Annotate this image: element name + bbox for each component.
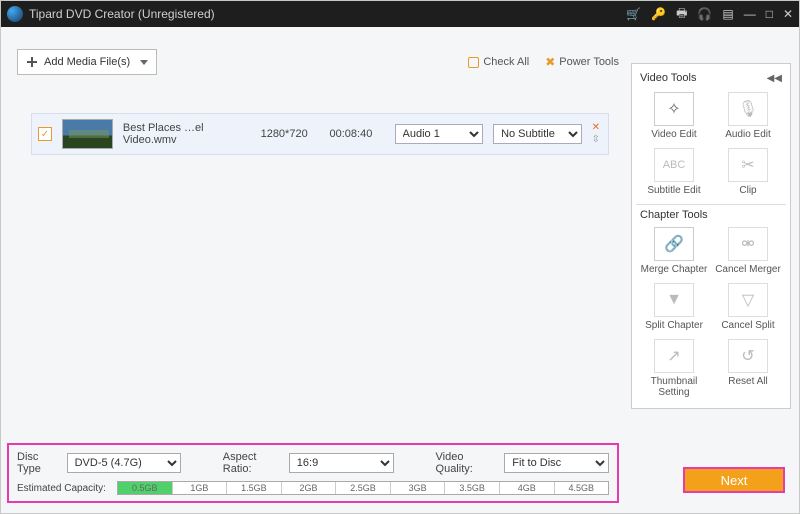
tool-cancel-merger[interactable]: ⚮ Cancel Merger xyxy=(712,225,784,279)
video-tools-header: Video Tools xyxy=(640,72,696,84)
check-all-label: Check All xyxy=(483,56,529,68)
cancel-merger-icon[interactable]: ⚮ xyxy=(728,227,768,261)
split-chapter-icon[interactable]: ▼ xyxy=(654,283,694,317)
reset-all-icon[interactable]: ↺ xyxy=(728,339,768,373)
tool-cancel-split[interactable]: ▽ Cancel Split xyxy=(712,281,784,335)
subtitle-edit-label: Subtitle Edit xyxy=(647,185,700,196)
tool-video-edit[interactable]: ✧ Video Edit xyxy=(638,90,710,144)
cancel-split-icon[interactable]: ▽ xyxy=(728,283,768,317)
chevron-down-icon xyxy=(140,60,148,65)
key-icon[interactable]: 🔑 xyxy=(651,7,666,21)
capacity-tick: 2GB xyxy=(282,482,337,494)
output-settings-box: Disc Type DVD-5 (4.7G) Aspect Ratio: 16:… xyxy=(7,443,619,503)
video-edit-icon[interactable]: ✧ xyxy=(654,92,694,126)
plus-icon xyxy=(26,56,38,68)
audio-track-select[interactable]: Audio 1 xyxy=(395,124,484,144)
collapse-panel-icon[interactable]: ◀◀ xyxy=(767,73,782,84)
thumbnail-setting-icon[interactable]: ↗ xyxy=(654,339,694,373)
capacity-tick: 0.5GB xyxy=(118,482,173,494)
titlebar: Tipard DVD Creator (Unregistered) 🛒 🔑 🖶 … xyxy=(1,1,799,27)
headset-icon[interactable]: 🎧 xyxy=(697,7,712,21)
capacity-tick: 2.5GB xyxy=(336,482,391,494)
check-all-toggle[interactable]: Check All xyxy=(468,56,529,68)
subtitle-edit-icon[interactable]: ABC xyxy=(654,148,694,182)
capacity-label: Estimated Capacity: xyxy=(17,483,117,494)
power-tools-button[interactable]: ✖ Power Tools xyxy=(545,55,619,69)
next-button[interactable]: Next xyxy=(683,467,785,493)
right-panel: Video Tools ◀◀ ✧ Video Edit 🎙 Audio Edit ABC… xyxy=(631,63,791,409)
disc-type-label: Disc Type xyxy=(17,451,63,475)
chapter-tools-header: Chapter Tools xyxy=(636,204,786,225)
tool-merge-chapter[interactable]: 🔗 Merge Chapter xyxy=(638,225,710,279)
disc-type-select[interactable]: DVD-5 (4.7G) xyxy=(67,453,181,473)
video-quality-select[interactable]: Fit to Disc xyxy=(504,453,609,473)
capacity-tick: 4GB xyxy=(500,482,555,494)
power-tools-label: Power Tools xyxy=(559,56,619,68)
row-checkbox[interactable]: ✓ xyxy=(38,127,52,141)
capacity-tick: 1GB xyxy=(173,482,228,494)
split-chapter-label: Split Chapter xyxy=(645,320,703,331)
audio-edit-icon[interactable]: 🎙 xyxy=(728,92,768,126)
cancel-merger-label: Cancel Merger xyxy=(715,264,781,275)
toolbar: Add Media File(s) Check All ✖ Power Tool… xyxy=(17,47,619,77)
duration: 00:08:40 xyxy=(330,128,385,140)
filename: Best Places …el Video.wmv xyxy=(123,122,251,146)
add-media-button[interactable]: Add Media File(s) xyxy=(17,49,157,75)
menu-icon[interactable]: ▤ xyxy=(722,7,733,21)
app-logo-icon xyxy=(7,6,23,22)
merge-chapter-label: Merge Chapter xyxy=(641,264,708,275)
resolution: 1280*720 xyxy=(261,128,320,140)
next-label: Next xyxy=(721,473,748,488)
subtitle-select[interactable]: No Subtitle xyxy=(493,124,582,144)
video-quality-label: Video Quality: xyxy=(436,451,501,475)
tool-split-chapter[interactable]: ▼ Split Chapter xyxy=(638,281,710,335)
cancel-split-label: Cancel Split xyxy=(721,320,774,331)
tool-subtitle-edit[interactable]: ABC Subtitle Edit xyxy=(638,146,710,200)
media-row[interactable]: ✓ Best Places …el Video.wmv 1280*720 00:… xyxy=(31,113,609,155)
capacity-tick: 4.5GB xyxy=(555,482,609,494)
video-thumbnail[interactable] xyxy=(62,119,113,149)
clip-label: Clip xyxy=(739,185,756,196)
clip-icon[interactable]: ✂ xyxy=(728,148,768,182)
capacity-tick: 3.5GB xyxy=(445,482,500,494)
reorder-icon[interactable]: ⇳ xyxy=(592,135,600,145)
app-title: Tipard DVD Creator (Unregistered) xyxy=(29,7,626,21)
cart-icon[interactable]: 🛒 xyxy=(626,7,641,21)
checkbox-icon xyxy=(468,57,479,68)
minimize-icon[interactable]: — xyxy=(744,7,756,21)
aspect-ratio-select[interactable]: 16:9 xyxy=(289,453,394,473)
audio-edit-label: Audio Edit xyxy=(725,129,771,140)
wrench-icon: ✖ xyxy=(545,55,555,69)
tool-clip[interactable]: ✂ Clip xyxy=(712,146,784,200)
merge-chapter-icon[interactable]: 🔗 xyxy=(654,227,694,261)
media-list: ✓ Best Places …el Video.wmv 1280*720 00:… xyxy=(31,113,609,155)
print-icon[interactable]: 🖶 xyxy=(676,4,687,25)
tool-reset-all[interactable]: ↺ Reset All xyxy=(712,337,784,402)
reset-all-label: Reset All xyxy=(728,376,767,387)
add-media-label: Add Media File(s) xyxy=(44,56,130,68)
maximize-icon[interactable]: □ xyxy=(766,7,773,21)
capacity-bar: 0.5GB1GB1.5GB2GB2.5GB3GB3.5GB4GB4.5GB xyxy=(117,481,609,495)
tool-audio-edit[interactable]: 🎙 Audio Edit xyxy=(712,90,784,144)
thumbnail-setting-label: Thumbnail Setting xyxy=(638,376,710,398)
close-icon[interactable]: ✕ xyxy=(783,7,793,21)
capacity-tick: 1.5GB xyxy=(227,482,282,494)
aspect-ratio-label: Aspect Ratio: xyxy=(223,451,285,475)
tool-thumbnail-setting[interactable]: ↗ Thumbnail Setting xyxy=(638,337,710,402)
video-edit-label: Video Edit xyxy=(651,129,696,140)
remove-row-icon[interactable]: ✕ xyxy=(592,123,600,133)
capacity-tick: 3GB xyxy=(391,482,446,494)
